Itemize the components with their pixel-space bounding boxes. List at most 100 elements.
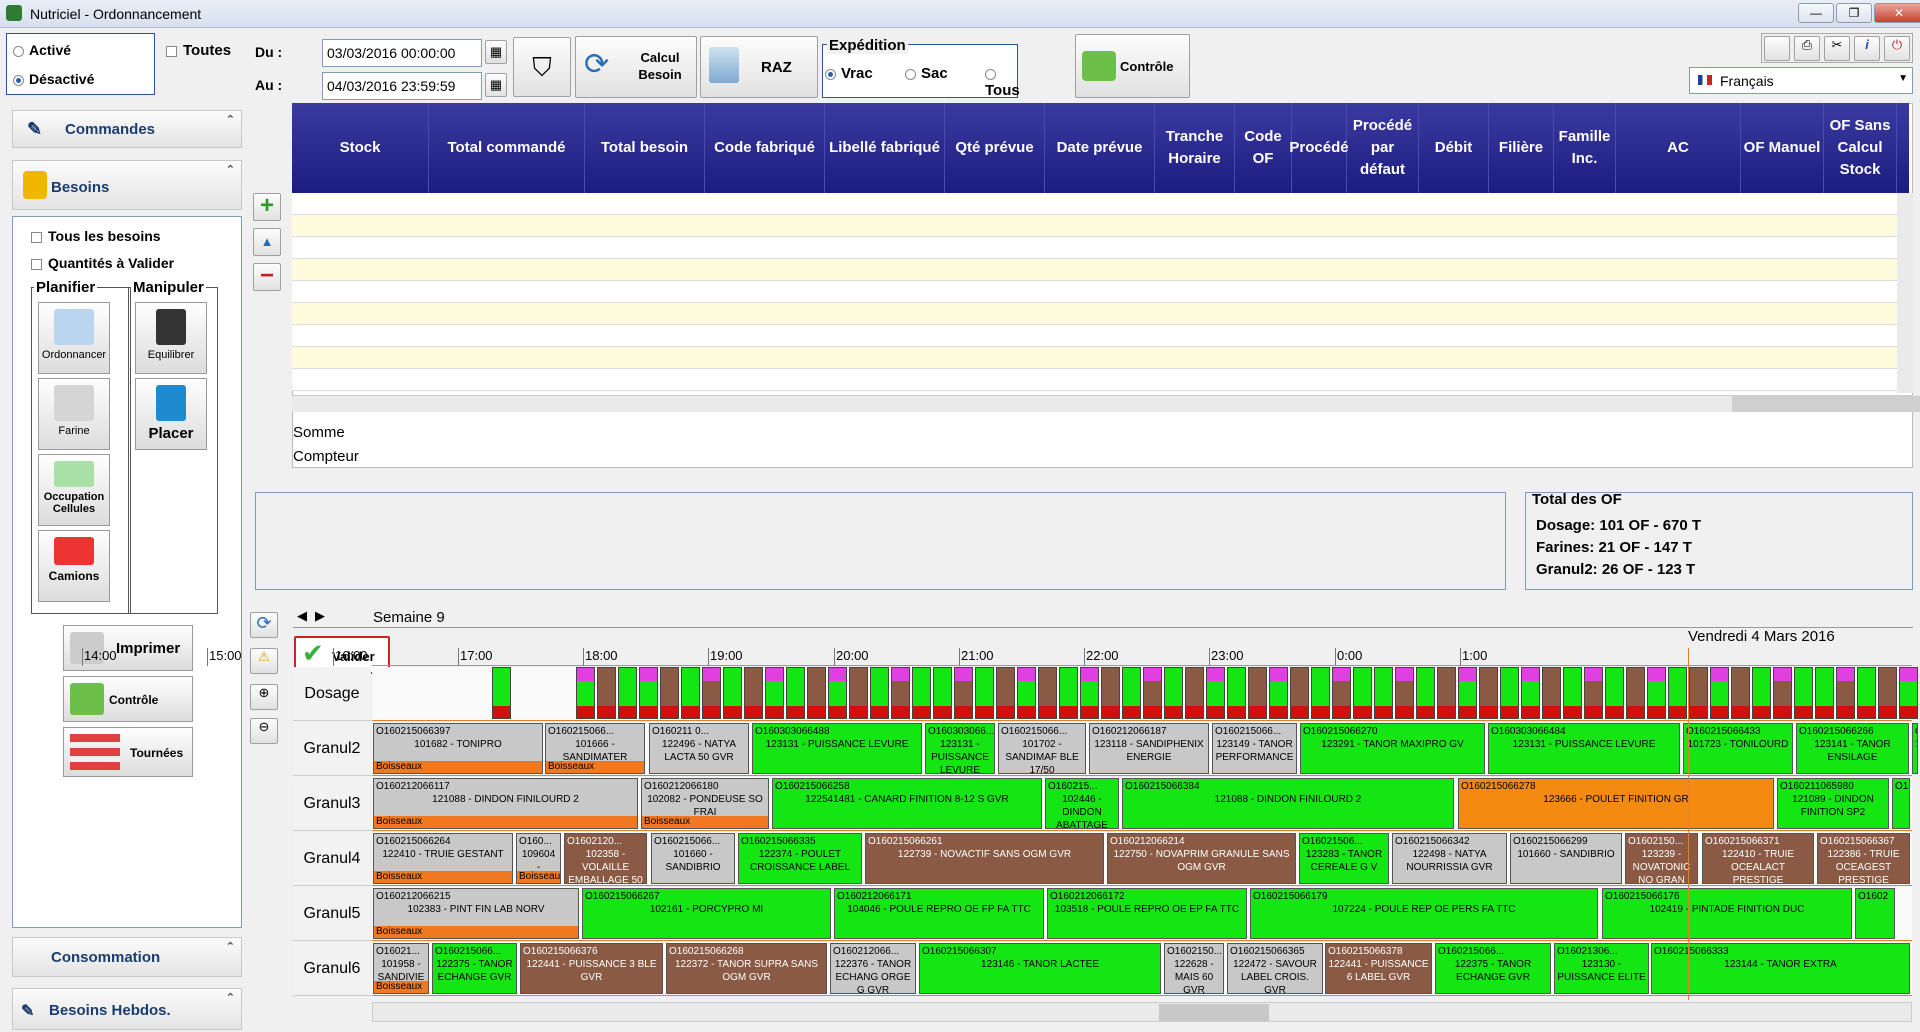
dosage-of-block[interactable] [576, 667, 595, 719]
col-header[interactable]: Code fabriqué [705, 103, 825, 193]
of-block[interactable]: O16021306... 123130 - PUISSANCE ELITE [1554, 943, 1649, 994]
col-header[interactable]: Total commandé [429, 103, 585, 193]
farine-button[interactable]: Farine [38, 378, 110, 450]
dosage-of-block[interactable] [1059, 667, 1078, 719]
of-block[interactable]: O160215066268 122372 - TANOR SUPRA SANS O… [666, 943, 827, 994]
du-field[interactable]: 03/03/2016 00:00:00 [322, 39, 482, 67]
dosage-of-block[interactable] [1332, 667, 1351, 719]
of-block[interactable]: O160212066180 102082 - PONDEUSE SO FRAI Bo… [641, 778, 769, 829]
col-header[interactable]: Total besoin [585, 103, 705, 193]
commandes-panel-header[interactable]: ✎ Commandes ⌃ [12, 110, 242, 148]
dosage-of-block[interactable] [1647, 667, 1666, 719]
next-arrow[interactable]: ▶ [315, 608, 325, 624]
vrac-radio[interactable]: Vrac [825, 65, 873, 82]
of-block[interactable]: O160215... 102446 - DINDON ABATTAGE [1045, 778, 1119, 829]
of-block[interactable]: O160303066... 123131 - PUISSANCE LEVURE [925, 723, 995, 774]
of-block[interactable]: O160215066397 101682 - TONIPRO Boisseaux [373, 723, 543, 774]
of-block[interactable]: O160303066484 123131 - PUISSANCE LEVURE [1488, 723, 1680, 774]
of-block[interactable]: O160215066378 122441 - PUISSANCE 6 LABEL … [1325, 943, 1432, 994]
dosage-of-block[interactable] [912, 667, 931, 719]
dosage-of-block[interactable] [723, 667, 742, 719]
grid-row[interactable] [292, 237, 1897, 259]
dosage-of-block[interactable] [1752, 667, 1771, 719]
dosage-of-block[interactable] [996, 667, 1015, 719]
dosage-of-block[interactable] [933, 667, 952, 719]
consommation-panel-header[interactable]: Consommation ⌃ [12, 937, 242, 977]
camions-button[interactable]: Camions [38, 530, 110, 602]
scroll-thumb[interactable] [1159, 1004, 1269, 1021]
tools-icon[interactable]: ✂ [1824, 36, 1850, 61]
sync-button[interactable]: ⟳ [250, 612, 278, 638]
dosage-of-block[interactable] [1878, 667, 1897, 719]
dosage-of-block[interactable] [1668, 667, 1687, 719]
tournees-button[interactable]: Tournées [63, 727, 193, 777]
dosage-of-block[interactable] [1626, 667, 1645, 719]
of-block[interactable]: O160212066... 122376 - TANOR ECHANG ORGE … [830, 943, 916, 994]
minimize-button[interactable]: — [1798, 3, 1834, 23]
grid-row[interactable] [292, 369, 1897, 391]
dosage-of-block[interactable] [975, 667, 994, 719]
dosage-of-block[interactable] [1836, 667, 1855, 719]
dosage-of-block[interactable] [786, 667, 805, 719]
of-block[interactable]: O160212066171 104046 - POULE REPRO OE FP … [834, 888, 1044, 939]
of-block[interactable]: O1602 [1855, 888, 1895, 939]
active-radio[interactable]: Activé [13, 42, 71, 58]
dosage-of-block[interactable] [1017, 667, 1036, 719]
equilibrer-button[interactable]: Equilibrer [135, 302, 207, 374]
of-block[interactable]: O1602150... 122628 - MAIS 60 GVR [1164, 943, 1224, 994]
remove-row-button[interactable]: − [253, 263, 281, 291]
dosage-of-block[interactable] [1605, 667, 1624, 719]
grid-h-scrollbar[interactable] [292, 395, 1920, 412]
col-header[interactable]: Filière [1489, 103, 1554, 193]
dosage-of-block[interactable] [1164, 667, 1183, 719]
of-block[interactable]: O160215066342 122498 - NATYA NOURRISSIA G… [1392, 833, 1507, 884]
dosage-of-block[interactable] [1794, 667, 1813, 719]
of-block[interactable]: O160215066264 122410 - TRUIE GESTANT Boiss… [373, 833, 513, 884]
dosage-of-block[interactable] [1416, 667, 1435, 719]
info-icon[interactable]: i [1854, 36, 1880, 61]
dosage-of-block[interactable] [1458, 667, 1477, 719]
calendar-icon[interactable]: ▦ [485, 73, 507, 97]
col-header[interactable]: Stock [292, 103, 429, 193]
dosage-of-block[interactable] [1500, 667, 1519, 719]
of-block[interactable]: O160215066335 122374 - POULET CROISSANCE … [738, 833, 862, 884]
grid-row[interactable] [292, 215, 1897, 237]
dosage-of-block[interactable] [828, 667, 847, 719]
dosage-of-block[interactable] [891, 667, 910, 719]
close-button[interactable]: ✕ [1874, 3, 1920, 23]
calcul-besoin-button[interactable]: ⟳ Calcul Besoin [575, 36, 697, 98]
dosage-of-block[interactable] [1521, 667, 1540, 719]
filter-button[interactable]: ⛉ [513, 37, 571, 97]
dosage-of-block[interactable] [1395, 667, 1414, 719]
dosage-of-block[interactable] [1374, 667, 1393, 719]
au-field[interactable]: 04/03/2016 23:59:59 [322, 72, 482, 100]
prev-arrow[interactable]: ◀ [297, 608, 307, 624]
inactive-radio[interactable]: Désactivé [13, 71, 94, 87]
dosage-of-block[interactable] [1185, 667, 1204, 719]
col-header[interactable]: Qté prévue [945, 103, 1045, 193]
dosage-of-block[interactable] [1311, 667, 1330, 719]
dosage-of-block[interactable] [1815, 667, 1834, 719]
besoins-hebdos-panel-header[interactable]: ✎ Besoins Hebdos. ⌃ [12, 988, 242, 1030]
dosage-of-block[interactable] [1542, 667, 1561, 719]
dosage-of-block[interactable] [1857, 667, 1876, 719]
dosage-of-block[interactable] [1353, 667, 1372, 719]
controle-top-button[interactable]: Contrôle [1075, 34, 1190, 98]
dosage-of-block[interactable] [1584, 667, 1603, 719]
move-up-button[interactable]: ▲ [253, 228, 281, 256]
of-block[interactable]: O160215066... 101666 - SANDIMATER Boisseau… [545, 723, 645, 774]
of-block[interactable]: O160215066371 122410 - TRUIE OCEALACT PRE… [1702, 833, 1814, 884]
dosage-of-block[interactable] [1206, 667, 1225, 719]
toutes-checkbox[interactable]: Toutes [166, 42, 231, 59]
planning-h-scrollbar[interactable] [372, 1002, 1912, 1022]
zoom-out-button[interactable]: ⊖ [250, 718, 278, 744]
tous-besoins-checkbox[interactable]: Tous les besoins [31, 228, 161, 244]
settings-icon[interactable] [1764, 36, 1790, 61]
grid-row[interactable] [292, 303, 1897, 325]
tous-radio[interactable]: Tous [985, 65, 1020, 99]
dosage-of-block[interactable] [1101, 667, 1120, 719]
of-block[interactable]: O160215066384 121088 - DINDON FINILOURD 2 [1122, 778, 1454, 829]
dosage-of-block[interactable] [492, 667, 511, 719]
col-header[interactable]: Code OF [1235, 103, 1292, 193]
of-block[interactable]: O160215066433 101723 - TONILOURD [1683, 723, 1793, 774]
